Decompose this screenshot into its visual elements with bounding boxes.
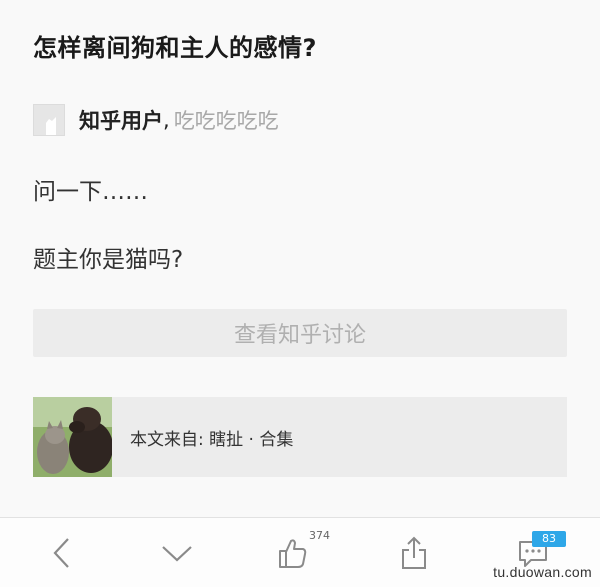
- view-zhihu-discussion-button[interactable]: 查看知乎讨论: [33, 309, 567, 357]
- next-button[interactable]: [142, 518, 212, 587]
- back-button[interactable]: [27, 518, 97, 587]
- author-row[interactable]: 知乎用户 , 吃吃吃吃吃: [33, 103, 279, 137]
- author-name[interactable]: 知乎用户: [79, 105, 163, 135]
- question-title: 怎样离间狗和主人的感情?: [33, 34, 317, 62]
- article-page: 怎样离间狗和主人的感情? 知乎用户 , 吃吃吃吃吃 问一下…… 题主你是猫吗? …: [0, 0, 600, 587]
- answer-paragraph: 问一下……: [33, 179, 148, 205]
- watermark: tu.duowan.com: [493, 564, 592, 580]
- default-avatar-icon: [34, 105, 64, 135]
- share-icon: [402, 536, 426, 569]
- author-bio: 吃吃吃吃吃: [173, 109, 279, 133]
- source-card[interactable]: 本文来自: 瞎扯 · 合集: [33, 397, 567, 477]
- avatar[interactable]: [33, 104, 65, 136]
- like-count: 374: [309, 529, 330, 542]
- comment-count-badge: 83: [532, 531, 566, 547]
- source-thumbnail-image: [33, 397, 112, 477]
- source-label: 本文来自: 瞎扯 · 合集: [130, 429, 294, 450]
- down-chevron-icon: [162, 545, 192, 562]
- answer-paragraph: 题主你是猫吗?: [33, 247, 184, 273]
- thumbs-up-icon: [279, 538, 307, 568]
- back-chevron-icon: [53, 537, 69, 568]
- author-separator: ,: [163, 108, 170, 132]
- share-button[interactable]: [379, 518, 449, 587]
